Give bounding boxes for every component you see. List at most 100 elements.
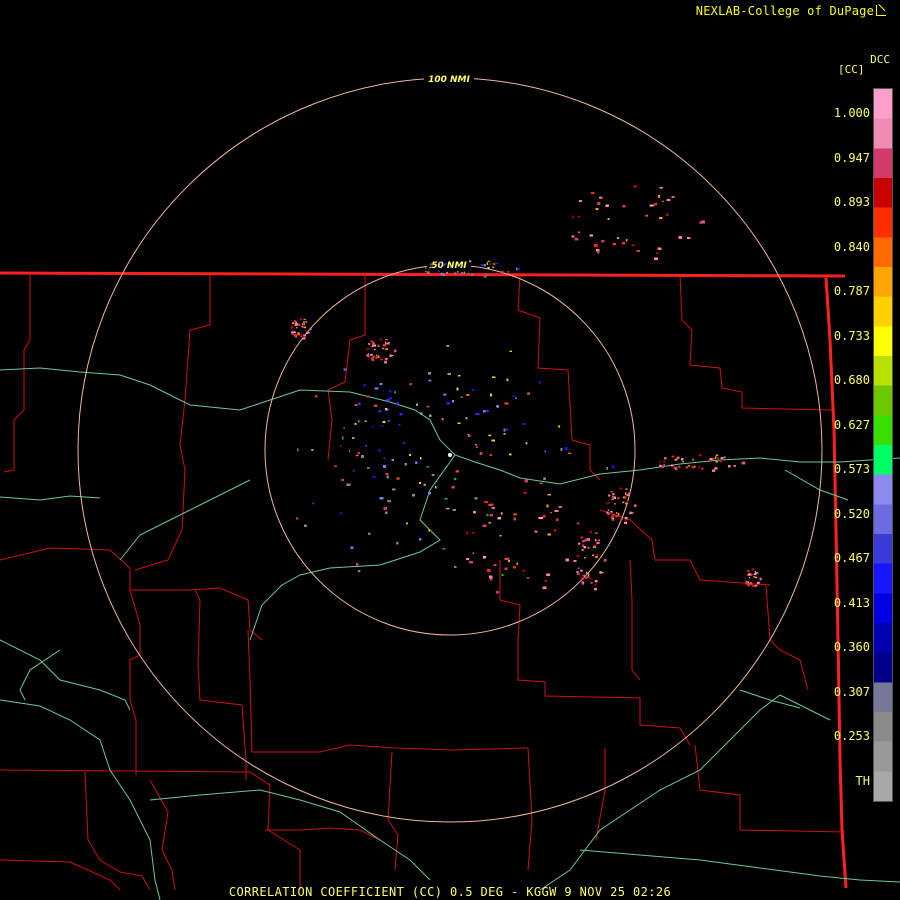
radar-echo (525, 442, 528, 445)
radar-echo (415, 461, 418, 464)
radar-echo (343, 368, 347, 371)
radar-echo (634, 504, 637, 507)
radar-echo (456, 470, 459, 473)
radar-echo (302, 337, 306, 340)
radar-echo (379, 497, 384, 500)
radar-echo (661, 465, 664, 468)
radar-echo (487, 260, 490, 262)
radar-echo (599, 196, 603, 199)
radar-echo (420, 457, 422, 460)
radar-echo (656, 252, 659, 254)
radar-echo (396, 402, 399, 405)
radar-echo (624, 519, 627, 521)
radar-echo (354, 404, 358, 406)
radar-echo (440, 272, 444, 275)
radar-echo (489, 263, 491, 265)
radar-echo (504, 402, 509, 405)
radar-echo (471, 273, 474, 276)
radar-echo (496, 405, 499, 408)
radar-echo (452, 509, 456, 511)
radar-echo (678, 236, 682, 239)
radar-echo (367, 348, 370, 350)
radar-echo (544, 580, 547, 582)
radar-echo (542, 586, 547, 589)
credit-text: NEXLAB-College of DuPage (695, 4, 874, 18)
legend-unit: [CC] (838, 63, 865, 76)
radar-echo (477, 266, 480, 268)
radar-echo (577, 555, 580, 557)
product-code: DCC (870, 53, 890, 66)
radar-echo (509, 453, 512, 456)
radar-echo (577, 216, 580, 218)
radar-echo (309, 327, 312, 331)
radar-echo (475, 446, 478, 448)
radar-echo (364, 420, 367, 422)
radar-echo (576, 522, 580, 525)
credit-banner: NEXLAB-College of DuPage (696, 4, 886, 18)
radar-echo (556, 518, 559, 521)
radar-echo (377, 344, 380, 347)
radar-echo (451, 486, 455, 489)
legend-scale-label: 0.840 (833, 239, 870, 254)
radar-echo (752, 585, 755, 587)
radar-echo (603, 559, 606, 562)
radar-echo (482, 524, 487, 527)
radar-echo (460, 272, 463, 275)
radar-echo (385, 348, 388, 350)
radar-echo (715, 454, 719, 456)
radar-echo (341, 479, 344, 481)
radar-echo (754, 576, 758, 579)
radar-echo (564, 447, 568, 450)
radar-echo (596, 249, 600, 252)
radar-echo (393, 349, 396, 353)
radar-echo (614, 503, 616, 505)
radar-echo (619, 487, 622, 490)
radar-echo (475, 413, 480, 415)
radar-echo (594, 545, 596, 548)
radar-echo (374, 348, 376, 351)
radar-echo (661, 200, 664, 202)
radar-echo (450, 267, 452, 269)
radar-echo (580, 536, 584, 539)
radar-echo (606, 467, 608, 470)
radar-echo (394, 391, 396, 394)
radar-echo (659, 464, 662, 467)
radar-echo (489, 575, 493, 579)
radar-echo (578, 231, 580, 233)
radar-echo (370, 340, 374, 343)
radar-echo (601, 240, 605, 243)
radar-echo (304, 524, 307, 527)
radar-echo (654, 257, 658, 260)
radar-echo (363, 384, 366, 387)
radar-echo (595, 208, 599, 210)
radar-echo (607, 509, 610, 511)
legend-colorbar (873, 88, 893, 802)
legend-scale-label: 0.253 (833, 729, 870, 743)
radar-echo (618, 513, 620, 516)
radar-echo (368, 343, 371, 345)
radar-echo (512, 395, 516, 398)
radar-echo (372, 476, 376, 478)
radar-echo (664, 457, 667, 460)
radar-echo (490, 578, 493, 581)
radar-echo (497, 517, 501, 520)
radar-echo (527, 392, 530, 395)
radar-echo (396, 477, 400, 480)
radar-echo (687, 237, 691, 239)
radar-echo (467, 272, 470, 274)
radar-echo (358, 402, 361, 405)
radar-echo (759, 577, 762, 581)
radar-echo (301, 326, 304, 328)
radar-echo (409, 454, 411, 456)
radar-echo (373, 404, 378, 407)
radar-echo (431, 474, 435, 476)
radar-echo (299, 318, 303, 321)
radar-echo (516, 562, 518, 565)
radar-echo (299, 334, 302, 335)
radar-echo (699, 221, 702, 224)
legend-scale-label: 0.893 (833, 195, 870, 209)
radar-echo (611, 518, 614, 521)
radar-echo (624, 496, 626, 499)
radar-echo (582, 574, 585, 577)
radar-echo (584, 538, 587, 542)
